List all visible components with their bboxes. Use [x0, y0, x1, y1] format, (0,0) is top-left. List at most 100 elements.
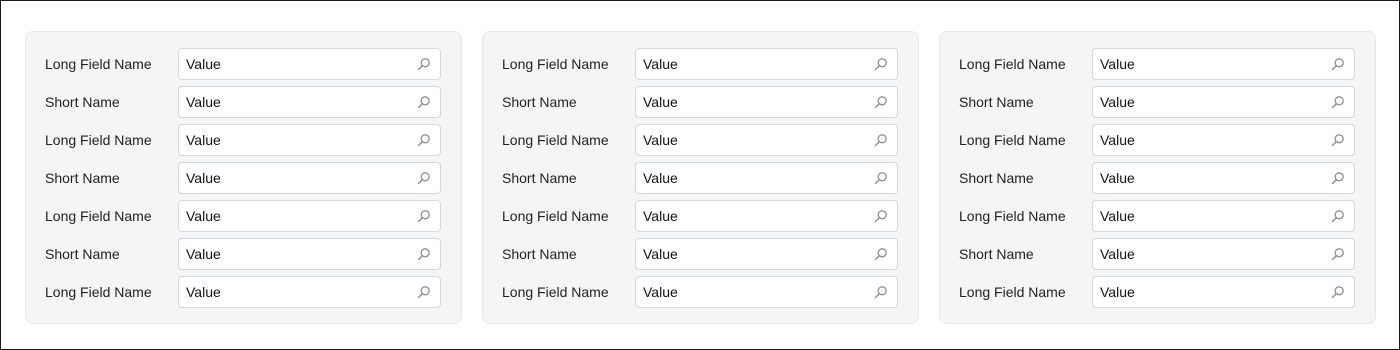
- field-value[interactable]: Value: [179, 56, 221, 72]
- form-row: Short Name Value: [502, 86, 898, 118]
- form-row: Long Field Name Value: [502, 276, 898, 308]
- search-icon[interactable]: [417, 95, 431, 109]
- search-input[interactable]: Value: [178, 200, 441, 232]
- field-label: Long Field Name: [502, 284, 609, 300]
- field-label: Long Field Name: [502, 56, 609, 72]
- search-icon[interactable]: [1331, 209, 1345, 223]
- field-value[interactable]: Value: [179, 170, 221, 186]
- form-row: Long Field Name Value: [45, 276, 441, 308]
- search-input[interactable]: Value: [635, 276, 898, 308]
- field-label: Long Field Name: [959, 56, 1066, 72]
- form-row: Short Name Value: [45, 162, 441, 194]
- field-value[interactable]: Value: [636, 170, 678, 186]
- form-row: Long Field Name Value: [502, 48, 898, 80]
- search-icon[interactable]: [1331, 247, 1345, 261]
- field-value[interactable]: Value: [179, 246, 221, 262]
- search-icon[interactable]: [1331, 95, 1345, 109]
- search-input[interactable]: Value: [1092, 162, 1355, 194]
- form-row: Short Name Value: [959, 162, 1355, 194]
- field-value[interactable]: Value: [636, 208, 678, 224]
- form-row: Long Field Name Value: [959, 48, 1355, 80]
- search-input[interactable]: Value: [635, 238, 898, 270]
- field-label: Long Field Name: [45, 208, 152, 224]
- search-icon[interactable]: [874, 285, 888, 299]
- form-row: Long Field Name Value: [959, 124, 1355, 156]
- field-label: Long Field Name: [502, 132, 609, 148]
- form-row: Short Name Value: [959, 238, 1355, 270]
- form-panel-2: Long Field Name Value Short Name Value Long …: [482, 31, 919, 324]
- search-input[interactable]: Value: [635, 48, 898, 80]
- search-input[interactable]: Value: [178, 162, 441, 194]
- search-input[interactable]: Value: [178, 124, 441, 156]
- form-panel-3: Long Field Name Value Short Name Value Long …: [939, 31, 1376, 324]
- search-input[interactable]: Value: [635, 124, 898, 156]
- search-input[interactable]: Value: [1092, 276, 1355, 308]
- form-row: Short Name Value: [959, 86, 1355, 118]
- field-value[interactable]: Value: [636, 94, 678, 110]
- field-label: Long Field Name: [45, 284, 152, 300]
- search-input[interactable]: Value: [635, 162, 898, 194]
- form-panel-1: Long Field Name Value Short Name Value Long …: [25, 31, 462, 324]
- form-row: Long Field Name Value: [45, 124, 441, 156]
- field-value[interactable]: Value: [179, 208, 221, 224]
- search-icon[interactable]: [1331, 133, 1345, 147]
- search-icon[interactable]: [417, 209, 431, 223]
- field-label: Long Field Name: [45, 56, 152, 72]
- form-row: Long Field Name Value: [502, 200, 898, 232]
- field-value[interactable]: Value: [1093, 56, 1135, 72]
- search-icon[interactable]: [417, 285, 431, 299]
- field-value[interactable]: Value: [1093, 132, 1135, 148]
- search-icon[interactable]: [874, 133, 888, 147]
- search-input[interactable]: Value: [1092, 86, 1355, 118]
- search-icon[interactable]: [417, 57, 431, 71]
- field-label: Long Field Name: [45, 132, 152, 148]
- search-icon[interactable]: [1331, 171, 1345, 185]
- search-icon[interactable]: [1331, 285, 1345, 299]
- field-label: Long Field Name: [502, 208, 609, 224]
- search-input[interactable]: Value: [635, 200, 898, 232]
- search-input[interactable]: Value: [1092, 124, 1355, 156]
- search-input[interactable]: Value: [1092, 48, 1355, 80]
- field-label: Short Name: [502, 94, 577, 110]
- field-label: Short Name: [45, 94, 120, 110]
- form-row: Short Name Value: [502, 162, 898, 194]
- search-input[interactable]: Value: [1092, 238, 1355, 270]
- form-row: Long Field Name Value: [502, 124, 898, 156]
- field-value[interactable]: Value: [179, 132, 221, 148]
- field-value[interactable]: Value: [1093, 94, 1135, 110]
- field-label: Short Name: [502, 170, 577, 186]
- field-label: Long Field Name: [959, 284, 1066, 300]
- field-value[interactable]: Value: [636, 246, 678, 262]
- field-value[interactable]: Value: [1093, 208, 1135, 224]
- app-frame: Long Field Name Value Short Name Value Long …: [0, 0, 1400, 350]
- field-value[interactable]: Value: [179, 94, 221, 110]
- search-input[interactable]: Value: [1092, 200, 1355, 232]
- form-row: Long Field Name Value: [45, 48, 441, 80]
- search-icon[interactable]: [874, 57, 888, 71]
- search-input[interactable]: Value: [178, 276, 441, 308]
- field-value[interactable]: Value: [636, 56, 678, 72]
- search-input[interactable]: Value: [178, 238, 441, 270]
- search-icon[interactable]: [874, 171, 888, 185]
- field-label: Short Name: [959, 246, 1034, 262]
- search-icon[interactable]: [417, 247, 431, 261]
- search-icon[interactable]: [874, 209, 888, 223]
- search-input[interactable]: Value: [635, 86, 898, 118]
- form-row: Long Field Name Value: [45, 200, 441, 232]
- search-icon[interactable]: [417, 133, 431, 147]
- search-input[interactable]: Value: [178, 48, 441, 80]
- search-icon[interactable]: [874, 247, 888, 261]
- search-input[interactable]: Value: [178, 86, 441, 118]
- field-value[interactable]: Value: [636, 132, 678, 148]
- field-value[interactable]: Value: [1093, 284, 1135, 300]
- search-icon[interactable]: [417, 171, 431, 185]
- form-row: Short Name Value: [502, 238, 898, 270]
- form-row: Long Field Name Value: [959, 276, 1355, 308]
- search-icon[interactable]: [874, 95, 888, 109]
- field-label: Short Name: [502, 246, 577, 262]
- field-value[interactable]: Value: [179, 284, 221, 300]
- search-icon[interactable]: [1331, 57, 1345, 71]
- field-value[interactable]: Value: [636, 284, 678, 300]
- field-value[interactable]: Value: [1093, 246, 1135, 262]
- field-value[interactable]: Value: [1093, 170, 1135, 186]
